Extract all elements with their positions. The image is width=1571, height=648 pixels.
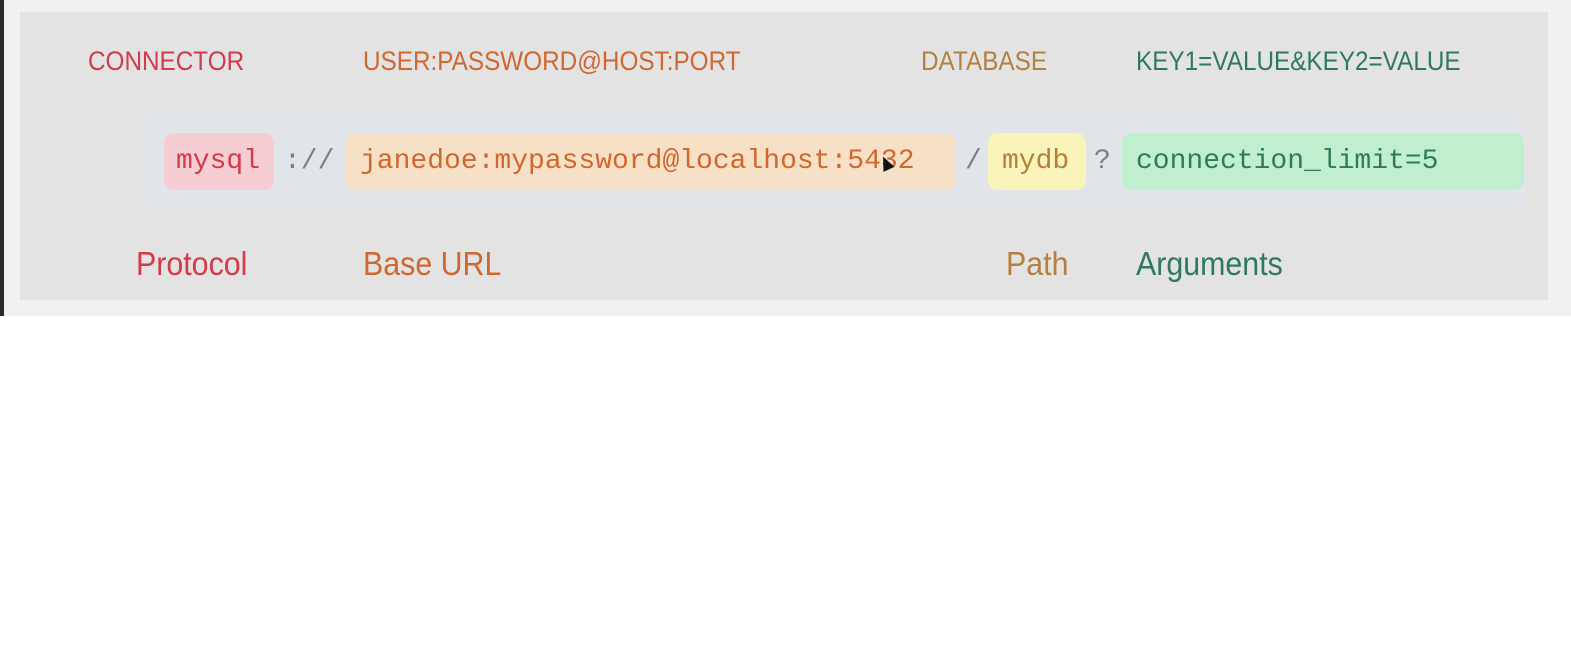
arguments-chip: connection_limit=5 <box>1122 133 1524 190</box>
header-database: DATABASE <box>921 46 1048 76</box>
path-chip: mydb <box>988 133 1086 190</box>
caption-arguments: Arguments <box>1136 245 1283 282</box>
caption-base-url: Base URL <box>363 245 502 282</box>
caption-protocol: Protocol <box>136 245 248 282</box>
caption-path: Path <box>1006 245 1069 282</box>
path-separator: / <box>965 146 982 177</box>
scheme-separator: :// <box>284 146 335 177</box>
protocol-chip: mysql <box>164 133 274 190</box>
query-separator: ? <box>1094 146 1111 177</box>
header-base: USER:PASSWORD@HOST:PORT <box>363 46 741 76</box>
header-args: KEY1=VALUE&KEY2=VALUE <box>1136 46 1461 76</box>
header-connector: CONNECTOR <box>88 46 245 76</box>
base-url-chip: janedoe:mypassword@localhost:5432 <box>345 133 956 190</box>
